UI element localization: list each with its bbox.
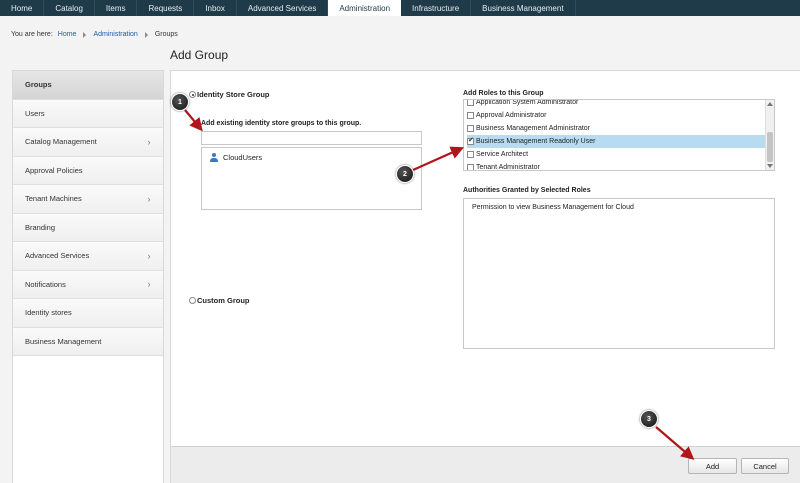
- role-item[interactable]: Tenant Administrator: [467, 161, 765, 171]
- checkbox-icon[interactable]: [467, 112, 474, 119]
- sidebar-item-advanced-services[interactable]: Advanced Services ›: [13, 242, 163, 271]
- sidebar-item-catalog-management[interactable]: Catalog Management ›: [13, 128, 163, 157]
- top-nav-bar: Home Catalog Items Requests Inbox Advanc…: [0, 0, 800, 16]
- sidebar-item-label: Users: [25, 108, 45, 118]
- checkbox-icon[interactable]: [467, 100, 474, 106]
- tab-catalog[interactable]: Catalog: [44, 0, 95, 16]
- sidebar-item-label: Notifications: [25, 279, 66, 289]
- group-name: CloudUsers: [223, 153, 263, 162]
- tab-home[interactable]: Home: [0, 0, 45, 16]
- role-item[interactable]: Business Management Administrator: [467, 122, 765, 135]
- sidebar-item-label: Advanced Services: [25, 251, 90, 261]
- tab-infrastructure[interactable]: Infrastructure: [401, 0, 472, 16]
- breadcrumb: You are here: Home Administration Groups: [11, 31, 178, 38]
- sidebar-item-label: Branding: [25, 222, 56, 232]
- group-search-input[interactable]: [201, 131, 422, 145]
- scrollbar-thumb[interactable]: [767, 132, 773, 162]
- tab-business-management[interactable]: Business Management: [471, 0, 576, 16]
- sidebar-item-label: Approval Policies: [25, 165, 83, 175]
- chevron-right-icon: ›: [147, 136, 151, 147]
- roles-scrollbar[interactable]: [765, 100, 774, 170]
- custom-group-label: Custom Group: [197, 296, 250, 305]
- scroll-up-icon[interactable]: [767, 102, 773, 106]
- sidebar-item-label: Identity stores: [25, 308, 72, 318]
- authorities-label: Authorities Granted by Selected Roles: [463, 187, 591, 194]
- add-button[interactable]: Add: [688, 458, 737, 474]
- add-existing-groups-label: Add existing identity store groups to th…: [201, 120, 362, 127]
- annotation-callout-1: 1: [171, 93, 189, 111]
- role-label: Business Management Readonly User: [476, 138, 596, 145]
- checkbox-icon[interactable]: [467, 164, 474, 170]
- sidebar-item-approval-policies[interactable]: Approval Policies: [13, 156, 163, 185]
- role-label: Business Management Administrator: [476, 125, 590, 132]
- role-label: Approval Administrator: [476, 112, 547, 119]
- roles-label: Add Roles to this Group: [463, 90, 544, 97]
- breadcrumb-administration[interactable]: Administration: [93, 31, 137, 38]
- checkbox-icon[interactable]: [467, 151, 474, 158]
- cancel-button[interactable]: Cancel: [741, 458, 789, 474]
- annotation-callout-3: 3: [640, 410, 658, 428]
- breadcrumb-separator-icon: [83, 31, 87, 38]
- sidebar-item-groups[interactable]: Groups: [13, 71, 163, 100]
- sidebar-item-branding[interactable]: Branding: [13, 213, 163, 242]
- sidebar-item-users[interactable]: Users: [13, 99, 163, 128]
- authorities-box: Permission to view Business Management f…: [463, 198, 775, 349]
- list-item[interactable]: CloudUsers: [209, 153, 262, 162]
- tab-advanced-services[interactable]: Advanced Services: [237, 0, 329, 16]
- sidebar-item-identity-stores[interactable]: Identity stores: [13, 299, 163, 328]
- sidebar-item-label: Tenant Machines: [25, 194, 82, 204]
- radio-unchecked-icon: [189, 297, 196, 304]
- role-label: Tenant Administrator: [476, 164, 540, 171]
- scroll-down-icon[interactable]: [767, 164, 773, 168]
- annotation-callout-2: 2: [396, 165, 414, 183]
- chevron-right-icon: ›: [147, 193, 151, 204]
- chevron-right-icon: ›: [147, 279, 151, 290]
- breadcrumb-home[interactable]: Home: [58, 31, 77, 38]
- role-item[interactable]: Service Architect: [467, 148, 765, 161]
- page-title: Add Group: [170, 48, 229, 62]
- roles-list: Application System Administrator Approva…: [463, 99, 775, 171]
- tab-items[interactable]: Items: [95, 0, 138, 16]
- checkbox-icon[interactable]: [467, 125, 474, 132]
- radio-checked-icon: [189, 91, 196, 98]
- checkbox-checked-icon[interactable]: [467, 136, 474, 145]
- role-label: Service Architect: [476, 151, 529, 158]
- role-item-selected[interactable]: Business Management Readonly User: [467, 135, 765, 148]
- sidebar-item-label: Groups: [25, 80, 52, 90]
- sidebar-item-label: Business Management: [25, 336, 102, 346]
- authority-text: Permission to view Business Management f…: [472, 204, 634, 211]
- user-group-icon: [209, 153, 218, 162]
- tab-requests[interactable]: Requests: [137, 0, 195, 16]
- form-footer: Add Cancel: [171, 446, 800, 483]
- tab-inbox[interactable]: Inbox: [194, 0, 237, 16]
- chevron-right-icon: ›: [147, 250, 151, 261]
- identity-store-group-radio[interactable]: Identity Store Group: [189, 90, 270, 99]
- tab-administration[interactable]: Administration: [328, 0, 402, 16]
- sidebar-item-label: Catalog Management: [25, 137, 97, 147]
- role-item[interactable]: Approval Administrator: [467, 109, 765, 122]
- breadcrumb-separator-icon: [144, 31, 148, 38]
- breadcrumb-prefix: You are here:: [11, 31, 53, 38]
- sidebar-item-business-management[interactable]: Business Management: [13, 327, 163, 356]
- sidebar-item-tenant-machines[interactable]: Tenant Machines ›: [13, 185, 163, 214]
- selected-groups-list: CloudUsers: [201, 147, 422, 210]
- add-group-form: Identity Store Group Add existing identi…: [170, 70, 800, 483]
- role-label: Application System Administrator: [476, 99, 579, 106]
- role-item[interactable]: Application System Administrator: [467, 99, 765, 109]
- identity-store-group-label: Identity Store Group: [197, 90, 270, 99]
- breadcrumb-current: Groups: [154, 31, 178, 38]
- sidebar-item-notifications[interactable]: Notifications ›: [13, 270, 163, 299]
- sidebar: Groups Users Catalog Management › Approv…: [12, 70, 164, 483]
- custom-group-radio[interactable]: Custom Group: [189, 296, 250, 305]
